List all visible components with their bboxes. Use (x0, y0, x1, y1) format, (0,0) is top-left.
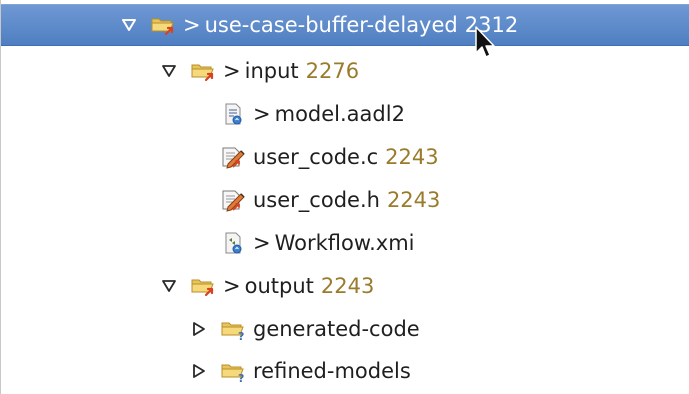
tree-item-label: model.aadl2 (274, 102, 405, 126)
svg-text:?: ? (238, 372, 244, 383)
tree-item-label: output (244, 274, 314, 298)
revision-number: 2276 (305, 59, 360, 83)
tree-item-label: generated-code (253, 317, 420, 341)
revision-number: 2243 (385, 145, 439, 169)
folder-unversioned-icon: ? (219, 359, 247, 383)
outgoing-change-marker: > (223, 274, 241, 298)
tree-item-user-code-h[interactable]: user_code.h 2243 (1, 179, 689, 221)
project-explorer-tree: > use-case-buffer-delayed 2312 > input 2… (0, 0, 689, 394)
revision-number: 2312 (464, 13, 519, 37)
tree-item-model-aadl2[interactable]: > model.aadl2 (1, 93, 689, 135)
revision-number: 2243 (386, 188, 441, 212)
expand-toggle-icon[interactable] (159, 61, 179, 81)
tree-item-label: Workflow.xmi (274, 231, 415, 255)
edited-file-icon (219, 145, 247, 169)
workflow-file-icon (219, 231, 247, 255)
svg-text:?: ? (238, 330, 244, 341)
tree-item-label: user_code.h (253, 188, 380, 212)
tree-item-use-case-buffer-delayed[interactable]: > use-case-buffer-delayed 2312 (1, 4, 689, 46)
folder-outgoing-icon (189, 59, 217, 83)
folder-unversioned-icon: ? (219, 317, 247, 341)
tree-item-workflow-xmi[interactable]: > Workflow.xmi (1, 222, 689, 264)
edited-file-icon (219, 188, 247, 212)
collapse-toggle-icon[interactable] (189, 361, 209, 381)
outgoing-change-marker: > (183, 13, 201, 37)
folder-outgoing-icon (149, 13, 177, 37)
revision-number: 2243 (320, 274, 375, 298)
tree-item-user-code-c[interactable]: user_code.c 2243 (1, 136, 689, 178)
tree-item-label: user_code.c (253, 145, 379, 169)
expand-toggle-icon[interactable] (119, 15, 139, 35)
collapse-toggle-icon[interactable] (189, 319, 209, 339)
model-file-icon (219, 102, 247, 126)
outgoing-change-marker: > (223, 59, 241, 83)
tree-item-input[interactable]: > input 2276 (1, 50, 689, 92)
tree-item-refined-models[interactable]: ? refined-models (1, 350, 689, 392)
tree-item-label: use-case-buffer-delayed (204, 13, 458, 37)
expand-toggle-icon[interactable] (159, 276, 179, 296)
tree-item-output[interactable]: > output 2243 (1, 265, 689, 307)
tree-item-label: input (244, 59, 299, 83)
outgoing-change-marker: > (253, 102, 271, 126)
tree-item-label: refined-models (253, 359, 411, 383)
tree-item-generated-code[interactable]: ? generated-code (1, 308, 689, 350)
folder-outgoing-icon (189, 274, 217, 298)
outgoing-change-marker: > (253, 231, 271, 255)
